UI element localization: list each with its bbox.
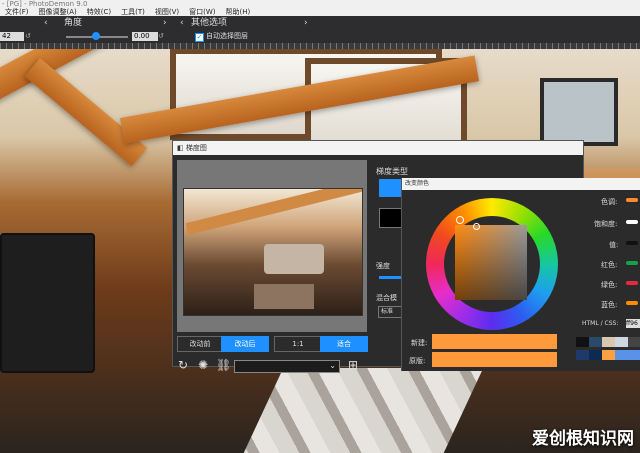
chevron-left-icon[interactable]: ‹	[180, 16, 184, 30]
blue-swatch[interactable]	[626, 301, 638, 305]
menu-effects[interactable]: 特效(C)	[82, 8, 116, 16]
before-button[interactable]: 改动前	[177, 336, 223, 352]
zoom-1-1-button[interactable]: 1:1	[274, 336, 322, 352]
preview-image	[183, 188, 363, 316]
hue-swatch[interactable]	[626, 198, 638, 202]
reset-icon[interactable]: ↺	[158, 30, 164, 43]
recent-colors-palette	[576, 337, 640, 367]
gradient-color-swatch[interactable]	[379, 179, 401, 197]
new-color-preview	[432, 334, 557, 349]
chevron-right-icon[interactable]: ›	[163, 16, 167, 30]
slider-value-input[interactable]: 0.00	[132, 32, 158, 41]
palette-swatch[interactable]	[589, 350, 602, 360]
strength-slider[interactable]	[379, 276, 403, 279]
menu-adjust[interactable]: 图像调整(A)	[34, 8, 82, 16]
hue-picker[interactable]	[456, 216, 464, 224]
app-icon: ◧	[177, 144, 184, 152]
after-button[interactable]: 改动后	[221, 336, 269, 352]
chevron-down-icon: ⌄	[329, 361, 336, 370]
gradient-dialog-titlebar: ◧ 梯度图	[173, 141, 583, 155]
palette-swatch[interactable]	[589, 337, 602, 347]
red-swatch[interactable]	[626, 261, 638, 265]
red-label: 红色:	[601, 261, 618, 269]
link-icon[interactable]: ⛓	[216, 358, 231, 372]
tool-options-row: 42 ↺ 0.00 ↺ ✓ 自动选择图层	[0, 30, 640, 43]
original-color-preview[interactable]	[432, 352, 557, 367]
window-title-bar: - [PG] - PhotoDemon 9.0	[0, 0, 640, 8]
auto-select-label: 自动选择图层	[206, 32, 248, 40]
value-swatch[interactable]	[626, 241, 638, 245]
palette-swatch[interactable]	[615, 350, 628, 360]
window-title: - [PG] - PhotoDemon 9.0	[2, 0, 88, 8]
watermark-text: 爱创根知识网	[532, 429, 634, 449]
strength-label: 强度	[376, 262, 390, 270]
menu-window[interactable]: 窗口(W)	[184, 8, 220, 16]
add-preset-icon[interactable]: ⊞	[346, 358, 360, 372]
green-swatch[interactable]	[626, 281, 638, 285]
palette-swatch[interactable]	[602, 337, 615, 347]
angle-input[interactable]: 42	[0, 32, 24, 41]
saturation-value-square[interactable]	[455, 225, 527, 300]
html-value-input[interactable]: ff96	[626, 319, 640, 328]
palette-swatch[interactable]	[615, 337, 628, 347]
palette-swatch[interactable]	[576, 337, 589, 347]
gradient-dialog-title: 梯度图	[185, 144, 207, 152]
preview-sofa	[264, 244, 324, 274]
new-color-label: 新建:	[411, 339, 428, 347]
green-label: 绿色:	[601, 281, 618, 289]
angle-label: 角度	[64, 18, 83, 28]
photo-beam	[24, 58, 148, 167]
tool-options-header: ‹ 角度 › ‹ 其他选项 ›	[0, 16, 640, 30]
menu-view[interactable]: 视图(V)	[150, 8, 184, 16]
change-color-titlebar: 改变颜色	[402, 178, 640, 190]
blue-label: 蓝色:	[601, 301, 618, 309]
preview-panel	[177, 160, 367, 332]
fit-button[interactable]: 适合	[320, 336, 368, 352]
html-css-label: HTML / CSS:	[582, 320, 619, 327]
saturation-label: 饱和度:	[594, 220, 618, 228]
menu-file[interactable]: 文件(F)	[0, 8, 34, 16]
chevron-right-icon[interactable]: ›	[304, 16, 308, 30]
chevron-left-icon[interactable]: ‹	[44, 16, 48, 30]
saturation-swatch[interactable]	[626, 220, 638, 224]
secondary-color-swatch[interactable]	[379, 208, 403, 228]
palette-swatch[interactable]	[576, 350, 589, 360]
palette-swatch[interactable]	[628, 337, 640, 347]
photo-rug	[236, 368, 484, 453]
reset-icon[interactable]: ↻	[176, 358, 190, 372]
saturation-picker[interactable]	[473, 223, 480, 230]
angle-slider-thumb[interactable]	[92, 32, 100, 40]
original-color-label: 原版:	[409, 357, 426, 365]
preview-beam	[185, 189, 362, 236]
menu-tools[interactable]: 工具(T)	[116, 8, 150, 16]
auto-select-checkbox[interactable]: ✓	[195, 33, 204, 42]
photo-frame	[540, 78, 618, 146]
menu-bar: 文件(F) 图像调整(A) 特效(C) 工具(T) 视图(V) 窗口(W) 帮助(H)	[0, 8, 640, 16]
blend-mode-label: 混合模	[376, 294, 397, 302]
value-label: 值:	[609, 241, 619, 249]
hue-label: 色调:	[601, 198, 618, 206]
preview-rug	[254, 284, 314, 309]
photo-stove	[0, 233, 95, 373]
change-color-title: 改变颜色	[405, 180, 430, 187]
reset-icon[interactable]: ↺	[25, 30, 31, 43]
horizontal-ruler	[0, 43, 640, 49]
other-options-label: 其他选项	[191, 18, 228, 28]
palette-swatch[interactable]	[628, 350, 640, 360]
menu-help[interactable]: 帮助(H)	[221, 8, 256, 16]
palette-swatch[interactable]	[602, 350, 615, 360]
preset-dropdown[interactable]: ⌄	[234, 360, 340, 373]
gradient-type-label: 梯度类型	[376, 167, 408, 176]
randomize-icon[interactable]: ✺	[196, 358, 210, 372]
